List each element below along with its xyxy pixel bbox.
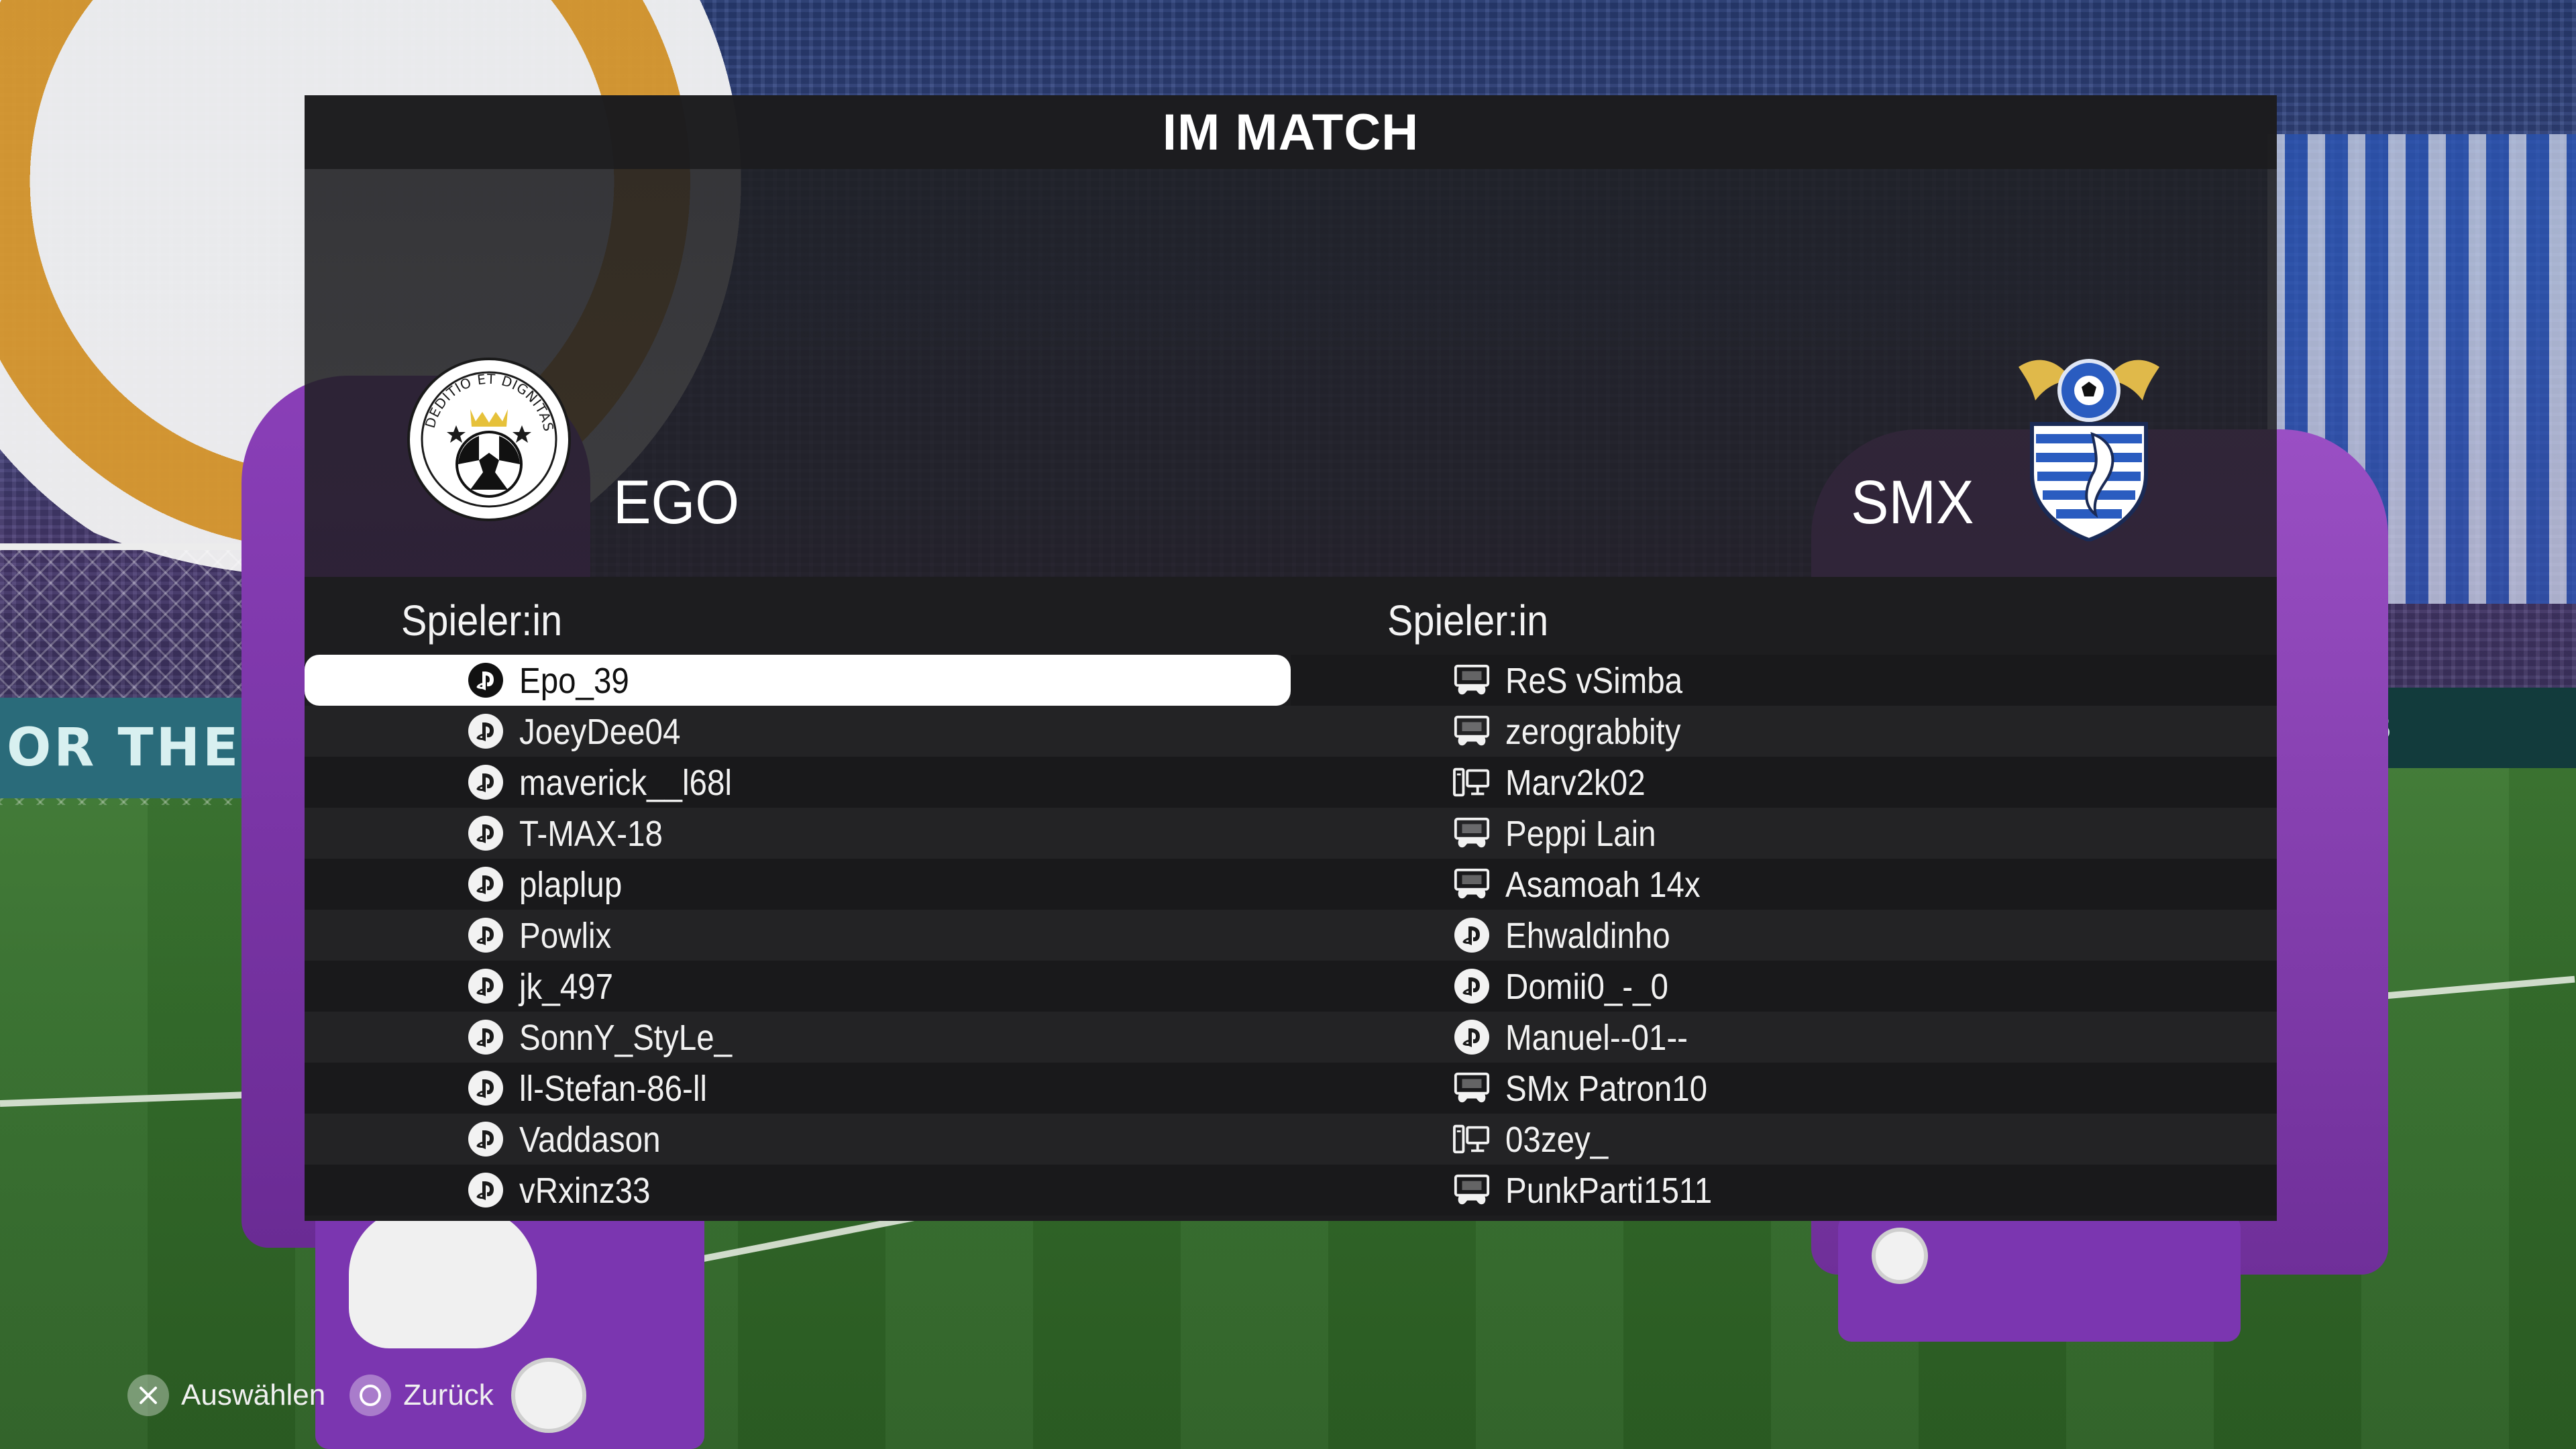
player-name: SonnY_StyLe_ [519,1018,733,1058]
pc-icon [1453,1122,1491,1157]
playstation-icon [1453,969,1491,1004]
badge-ball [1872,1228,1928,1284]
away-player-row[interactable]: zerograbbity [1291,706,2277,757]
select-label: Auswählen [181,1379,326,1411]
pc-icon [1453,765,1491,800]
player-name: ll-Stefan-86-ll [519,1069,707,1109]
match-panel: IM MATCH DEDITIO ET DIGNITAS EGO SMX Spi… [305,95,2277,1221]
playstation-icon [467,816,504,851]
playstation-icon [467,1122,504,1157]
player-name: SMx Patron10 [1505,1069,1708,1109]
away-player-row[interactable]: Manuel--01-- [1291,1012,2277,1063]
player-name: Peppi Lain [1505,814,1656,854]
playstation-icon [467,663,504,698]
home-player-row[interactable]: maverick__l68l [305,757,1291,808]
playstation-icon [1453,1020,1491,1055]
home-player-row[interactable]: T-MAX-18 [305,808,1291,859]
playstation-icon [467,765,504,800]
playstation-icon [467,1173,504,1208]
home-players-header: Spieler:in [401,596,563,645]
player-name: PunkParti1511 [1505,1171,1713,1211]
playstation-icon [1453,918,1491,953]
player-name: jk_497 [519,967,614,1007]
ball-icon [511,1358,586,1433]
playstation-icon [467,1020,504,1055]
playstation-icon [467,1071,504,1106]
player-name: Ehwaldinho [1505,916,1670,956]
panel-header: IM MATCH [305,95,2277,169]
player-name: maverick__l68l [519,763,732,803]
playstation-icon [467,918,504,953]
player-name: Asamoah 14x [1505,865,1701,905]
away-players-column: Spieler:in ReS vSimba zerograbbity Marv2k0… [1291,577,2277,1221]
teams-banner: DEDITIO ET DIGNITAS EGO SMX [305,169,2277,577]
home-players-column: Spieler:in Epo_39 JoeyDee04 maverick__l68l… [305,577,1291,1221]
away-player-row[interactable]: PunkParti1511 [1291,1165,2277,1216]
home-players-list: Epo_39 JoeyDee04 maverick__l68l T-MAX-18 pla… [305,655,1291,1216]
player-name: ReS vSimba [1505,661,1683,701]
player-name: T-MAX-18 [519,814,663,854]
player-name: Powlix [519,916,612,956]
away-players-header: Spieler:in [1387,596,1549,645]
back-label: Zurück [403,1379,494,1411]
console-controller-icon [1453,816,1491,851]
player-name: vRxinz33 [519,1171,651,1211]
console-controller-icon [1453,867,1491,902]
away-player-row[interactable]: Ehwaldinho [1291,910,2277,961]
home-player-row[interactable]: Powlix [305,910,1291,961]
home-player-row[interactable]: JoeyDee04 [305,706,1291,757]
player-name: plaplup [519,865,623,905]
away-player-row[interactable]: 03zey_ [1291,1114,2277,1165]
select-control[interactable]: Auswählen [127,1375,325,1416]
back-control[interactable]: Zurück [350,1375,494,1416]
home-player-row[interactable]: Vaddason [305,1114,1291,1165]
home-player-row[interactable]: jk_497 [305,961,1291,1012]
away-player-row[interactable]: Marv2k02 [1291,757,2277,808]
away-team-name: SMX [1851,468,1974,537]
playstation-icon [467,969,504,1004]
player-name: Manuel--01-- [1505,1018,1688,1058]
away-team-crest-icon [2019,359,2159,541]
away-player-row[interactable]: Asamoah 14x [1291,859,2277,910]
home-team-name: EGO [613,468,740,537]
page-title: IM MATCH [1162,103,1419,161]
controller-hints: Auswählen Zurück [127,1358,586,1433]
home-player-row[interactable]: SonnY_StyLe_ [305,1012,1291,1063]
cross-button-icon [127,1375,169,1416]
player-name: Marv2k02 [1505,763,1646,803]
home-player-row[interactable]: ll-Stefan-86-ll [305,1063,1291,1114]
console-controller-icon [1453,1173,1491,1208]
player-name: Domii0_-_0 [1505,967,1668,1007]
console-controller-icon [1453,663,1491,698]
playstation-icon [467,867,504,902]
player-name: Epo_39 [519,661,629,701]
away-player-row[interactable]: Peppi Lain [1291,808,2277,859]
away-player-row[interactable]: SMx Patron10 [1291,1063,2277,1114]
away-players-list: ReS vSimba zerograbbity Marv2k02 Peppi Lain… [1291,655,2277,1216]
console-controller-icon [1453,714,1491,749]
home-player-row[interactable]: Epo_39 [305,655,1291,706]
goalkeeper-glove [349,1208,537,1348]
away-player-row[interactable]: Domii0_-_0 [1291,961,2277,1012]
home-player-row[interactable]: vRxinz33 [305,1165,1291,1216]
player-name: JoeyDee04 [519,712,681,752]
home-player-row[interactable]: plaplup [305,859,1291,910]
players-section: Spieler:in Epo_39 JoeyDee04 maverick__l68l… [305,577,2277,1221]
player-name: 03zey_ [1505,1120,1609,1160]
player-name: Vaddason [519,1120,661,1160]
playstation-icon [467,714,504,749]
player-name: zerograbbity [1505,712,1681,752]
circle-button-icon [350,1375,392,1416]
away-player-row[interactable]: ReS vSimba [1291,655,2277,706]
console-controller-icon [1453,1071,1491,1106]
home-team-crest-icon: DEDITIO ET DIGNITAS [407,358,571,521]
